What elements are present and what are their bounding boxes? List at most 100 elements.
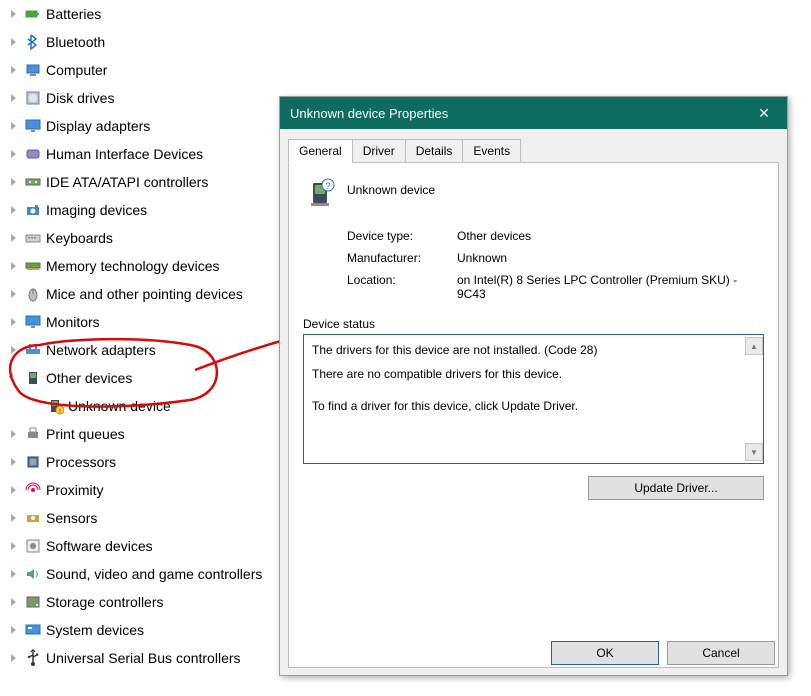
tree-item-label: Monitors	[46, 314, 100, 330]
tree-item-label: Memory technology devices	[46, 258, 220, 274]
tree-item-label: System devices	[46, 622, 144, 638]
chevron-right-icon[interactable]	[6, 567, 20, 581]
status-line: There are no compatible drivers for this…	[312, 367, 743, 381]
camera-icon	[24, 201, 42, 219]
computer-icon	[24, 61, 42, 79]
system-icon	[24, 621, 42, 639]
ide-icon	[24, 173, 42, 191]
unknown-icon: !	[46, 397, 64, 415]
dialog-titlebar[interactable]: Unknown device Properties ✕	[280, 97, 787, 129]
scroll-up-icon[interactable]: ▲	[745, 337, 763, 355]
bluetooth-icon	[24, 33, 42, 51]
sensor-icon	[24, 509, 42, 527]
keyboard-icon	[24, 229, 42, 247]
ok-button[interactable]: OK	[551, 641, 659, 665]
status-line: The drivers for this device are not inst…	[312, 343, 743, 357]
chevron-right-icon[interactable]	[6, 623, 20, 637]
mouse-icon	[24, 285, 42, 303]
tab-driver[interactable]: Driver	[352, 139, 406, 162]
chevron-right-icon[interactable]	[6, 35, 20, 49]
tree-item-battery[interactable]: Batteries	[0, 0, 340, 28]
chevron-right-icon[interactable]	[6, 7, 20, 21]
monitor-icon	[24, 313, 42, 331]
tree-item-label: Human Interface Devices	[46, 146, 203, 162]
tree-item-label: Universal Serial Bus controllers	[46, 650, 241, 666]
storage-icon	[24, 593, 42, 611]
tab-details[interactable]: Details	[405, 139, 464, 162]
tree-item-label: Processors	[46, 454, 116, 470]
tree-item-label: Software devices	[46, 538, 153, 554]
chevron-right-icon[interactable]	[6, 147, 20, 161]
label-manufacturer: Manufacturer:	[347, 251, 457, 265]
chevron-right-icon[interactable]	[6, 287, 20, 301]
device-name: Unknown device	[347, 177, 435, 197]
value-device-type: Other devices	[457, 229, 764, 243]
value-manufacturer: Unknown	[457, 251, 764, 265]
chevron-right-icon[interactable]	[6, 231, 20, 245]
chevron-right-icon[interactable]	[6, 315, 20, 329]
tree-item-label: Other devices	[46, 370, 132, 386]
chevron-right-icon[interactable]	[6, 483, 20, 497]
dialog-title: Unknown device Properties	[290, 106, 448, 121]
label-location: Location:	[347, 273, 457, 301]
chevron-down-icon[interactable]	[6, 371, 20, 385]
hid-icon	[24, 145, 42, 163]
disk-icon	[24, 89, 42, 107]
chevron-right-icon[interactable]	[6, 539, 20, 553]
chevron-right-icon[interactable]	[6, 651, 20, 665]
chevron-right-icon[interactable]	[6, 259, 20, 273]
tree-item-label: Sensors	[46, 510, 97, 526]
chevron-right-icon[interactable]	[6, 595, 20, 609]
value-location: on Intel(R) 8 Series LPC Controller (Pre…	[457, 273, 764, 301]
tree-item-computer[interactable]: Computer	[0, 56, 340, 84]
monitor-icon	[24, 117, 42, 135]
usb-icon	[24, 649, 42, 667]
tab-general[interactable]: General	[288, 139, 353, 163]
status-line: To find a driver for this device, click …	[312, 399, 743, 413]
tree-item-label: Unknown device	[68, 398, 171, 414]
tree-item-label: Display adapters	[46, 118, 150, 134]
tree-item-label: Imaging devices	[46, 202, 147, 218]
dialog-tabs: General Driver Details Events	[280, 129, 787, 162]
device-status-textbox[interactable]: The drivers for this device are not inst…	[303, 334, 764, 464]
tree-item-bluetooth[interactable]: Bluetooth	[0, 28, 340, 56]
tree-item-label: Keyboards	[46, 230, 113, 246]
scrollbar[interactable]: ▲ ▼	[745, 337, 761, 461]
chevron-right-icon[interactable]	[6, 343, 20, 357]
svg-text:?: ?	[325, 181, 330, 191]
tree-item-label: Batteries	[46, 6, 101, 22]
sound-icon	[24, 565, 42, 583]
network-icon	[24, 341, 42, 359]
label-device-status: Device status	[303, 317, 764, 331]
chevron-right-icon[interactable]	[6, 203, 20, 217]
chevron-right-icon[interactable]	[6, 119, 20, 133]
cpu-icon	[24, 453, 42, 471]
tree-item-label: Mice and other pointing devices	[46, 286, 243, 302]
properties-dialog: Unknown device Properties ✕ General Driv…	[279, 96, 788, 676]
tree-item-label: Disk drives	[46, 90, 114, 106]
chevron-right-icon[interactable]	[6, 63, 20, 77]
tree-item-label: Proximity	[46, 482, 104, 498]
update-driver-button[interactable]: Update Driver...	[588, 476, 764, 500]
cancel-button[interactable]: Cancel	[667, 641, 775, 665]
tab-events[interactable]: Events	[462, 139, 521, 162]
tree-item-label: Print queues	[46, 426, 125, 442]
memory-icon	[24, 257, 42, 275]
chevron-right-icon[interactable]	[6, 175, 20, 189]
close-icon[interactable]: ✕	[741, 97, 787, 129]
tab-sheet: ? Unknown device Device type: Other devi…	[288, 162, 779, 668]
chevron-right-icon[interactable]	[6, 455, 20, 469]
chevron-right-icon[interactable]	[6, 427, 20, 441]
software-icon	[24, 537, 42, 555]
proximity-icon	[24, 481, 42, 499]
tree-item-label: Bluetooth	[46, 34, 105, 50]
tree-item-label: Storage controllers	[46, 594, 164, 610]
chevron-right-icon[interactable]	[6, 511, 20, 525]
tree-item-label: Network adapters	[46, 342, 156, 358]
chevron-right-icon[interactable]	[6, 91, 20, 105]
tree-item-label: Computer	[46, 62, 107, 78]
label-device-type: Device type:	[347, 229, 457, 243]
scroll-down-icon[interactable]: ▼	[745, 443, 763, 461]
tree-item-label: Sound, video and game controllers	[46, 566, 262, 582]
device-large-icon: ?	[303, 177, 337, 211]
